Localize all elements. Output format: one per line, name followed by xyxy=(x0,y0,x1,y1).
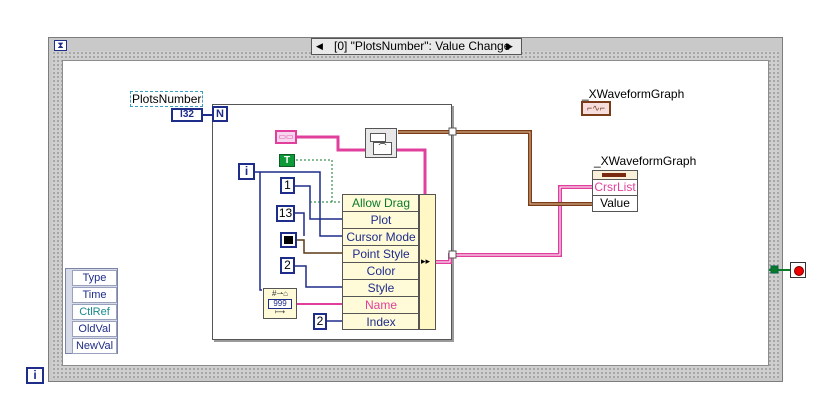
cursor-property-node[interactable]: Allow Drag Plot Cursor Mode Point Style … xyxy=(342,194,419,330)
prop-point-style[interactable]: Point Style xyxy=(343,246,419,263)
property-node2-header xyxy=(593,171,637,180)
numeric-constant-index[interactable]: 2 xyxy=(313,313,327,330)
prop-style[interactable]: Style xyxy=(343,280,419,297)
graph-ref-label: _XWaveformGraph xyxy=(582,87,685,101)
number-to-string-function[interactable]: #⇀⌂ 999 ⟼ xyxy=(263,288,297,319)
graph-property-node[interactable]: CrsrList Value xyxy=(592,170,638,212)
width-icon: ⟼ xyxy=(274,309,286,316)
prop-name[interactable]: Name xyxy=(343,297,419,314)
prop-index[interactable]: Index xyxy=(343,314,419,331)
prop-color[interactable]: Color xyxy=(343,263,419,280)
stop-terminal-icon[interactable] xyxy=(790,262,806,278)
bundle-arrow-icon: ▸▸ xyxy=(421,256,431,266)
format-constant: 999 xyxy=(268,299,292,309)
true-constant[interactable]: T xyxy=(279,154,295,167)
prop-cursor-mode[interactable]: Cursor Mode xyxy=(343,229,419,246)
prop-value[interactable]: Value xyxy=(593,196,637,212)
string-array-constant[interactable]: ▭▭ xyxy=(275,130,297,144)
waveform-graph-refnum[interactable]: ⌐∿⌐ xyxy=(581,101,611,116)
prop-plot[interactable]: Plot xyxy=(343,212,419,229)
color-box-constant[interactable] xyxy=(280,232,297,248)
prop-crsrlist[interactable]: CrsrList xyxy=(593,180,637,196)
graph-ref-icon[interactable]: ⌒ xyxy=(365,128,397,158)
property-node2-label: _XWaveformGraph xyxy=(594,154,697,168)
prop-allow-drag[interactable]: Allow Drag xyxy=(343,195,419,212)
index-wire xyxy=(255,171,342,237)
numeric-constant-2[interactable]: 2 xyxy=(280,257,295,274)
numeric-constant-13[interactable]: 13 xyxy=(276,205,295,222)
numeric-constant-1[interactable]: 1 xyxy=(280,177,295,194)
